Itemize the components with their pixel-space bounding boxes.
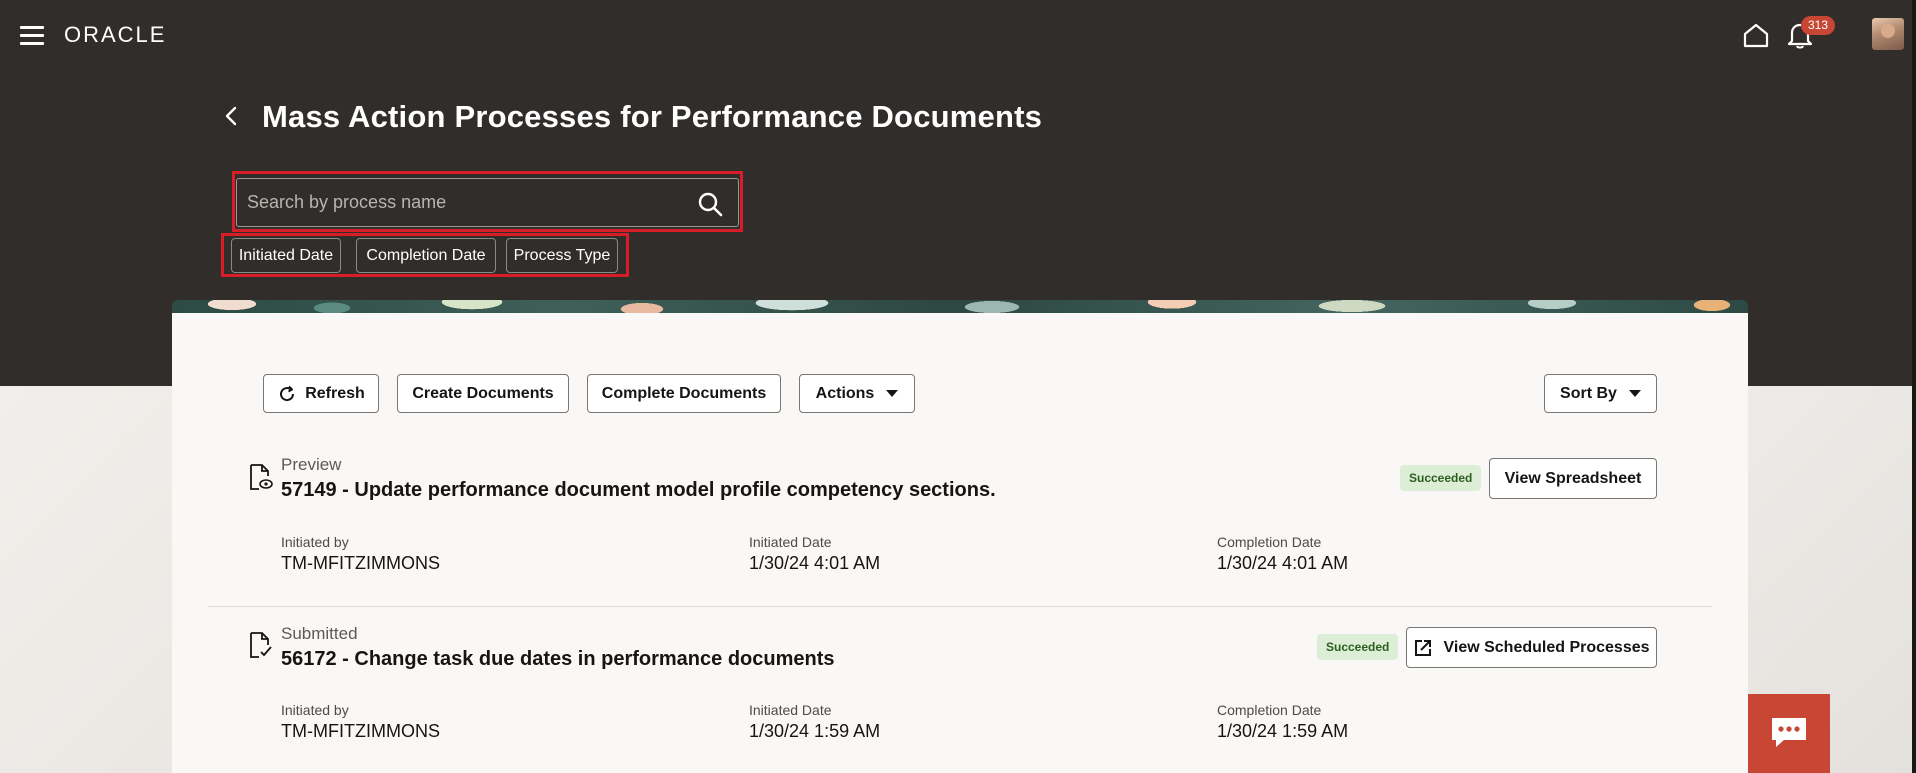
actions-label: Actions <box>815 385 875 402</box>
notification-count-badge[interactable]: 313 <box>1801 16 1836 35</box>
view-scheduled-processes-label: View Scheduled Processes <box>1443 639 1650 656</box>
search-input[interactable] <box>247 179 677 226</box>
back-arrow-icon[interactable] <box>222 104 242 128</box>
actions-menu-button[interactable]: Actions <box>799 374 915 413</box>
external-link-icon <box>1415 639 1432 656</box>
refresh-label: Refresh <box>305 385 365 402</box>
window-edge <box>1912 0 1916 773</box>
chevron-down-icon <box>886 390 899 398</box>
menu-icon[interactable] <box>20 26 44 46</box>
complete-documents-button[interactable]: Complete Documents <box>587 374 781 413</box>
sort-by-button[interactable]: Sort By <box>1544 374 1657 413</box>
completion-date-value: 1/30/24 4:01 AM <box>1217 553 1349 573</box>
sort-by-label: Sort By <box>1560 385 1617 402</box>
initiated-by-value: TM-MFITZIMMONS <box>281 553 440 573</box>
process-status-text: Submitted <box>281 624 358 643</box>
completion-date-value: 1/30/24 1:59 AM <box>1217 721 1349 741</box>
status-badge: Succeeded <box>1317 634 1399 660</box>
decorative-banner <box>172 300 1748 314</box>
filter-process-type[interactable]: Process Type <box>506 238 618 273</box>
oracle-logo: ORACLE <box>64 22 167 47</box>
initiated-by-label: Initiated by <box>281 534 349 550</box>
refresh-button[interactable]: Refresh <box>263 374 379 413</box>
home-icon[interactable] <box>1742 22 1770 48</box>
view-scheduled-processes-button[interactable]: View Scheduled Processes <box>1406 627 1657 668</box>
initiated-date-label: Initiated Date <box>749 702 832 718</box>
initiated-by-value: TM-MFITZIMMONS <box>281 721 440 741</box>
search-field[interactable] <box>236 178 739 227</box>
document-preview-icon <box>250 464 273 490</box>
process-title[interactable]: 57149 - Update performance document mode… <box>281 479 996 502</box>
create-documents-button[interactable]: Create Documents <box>397 374 569 413</box>
chevron-down-icon <box>1628 390 1641 398</box>
search-icon[interactable] <box>697 191 723 217</box>
completion-date-label: Completion Date <box>1217 702 1322 718</box>
filter-initiated-date[interactable]: Initiated Date <box>231 238 341 273</box>
refresh-icon <box>280 385 295 401</box>
process-status-text: Preview <box>281 455 342 474</box>
filter-completion-date[interactable]: Completion Date <box>356 238 496 273</box>
row-divider <box>208 606 1712 607</box>
completion-date-label: Completion Date <box>1217 534 1322 550</box>
initiated-date-label: Initiated Date <box>749 534 832 550</box>
view-spreadsheet-button[interactable]: View Spreadsheet <box>1489 458 1657 499</box>
document-submitted-icon <box>250 632 272 658</box>
initiated-date-value: 1/30/24 1:59 AM <box>749 721 881 741</box>
initiated-by-label: Initiated by <box>281 702 349 718</box>
page-title: Mass Action Processes for Performance Do… <box>262 99 1043 134</box>
user-avatar[interactable] <box>1872 18 1904 50</box>
chat-assistant-button[interactable] <box>1748 694 1830 773</box>
process-title[interactable]: 56172 - Change task due dates in perform… <box>281 648 835 671</box>
status-badge: Succeeded <box>1400 465 1482 491</box>
chat-bubble-icon <box>1772 718 1806 747</box>
initiated-date-value: 1/30/24 4:01 AM <box>749 553 881 573</box>
